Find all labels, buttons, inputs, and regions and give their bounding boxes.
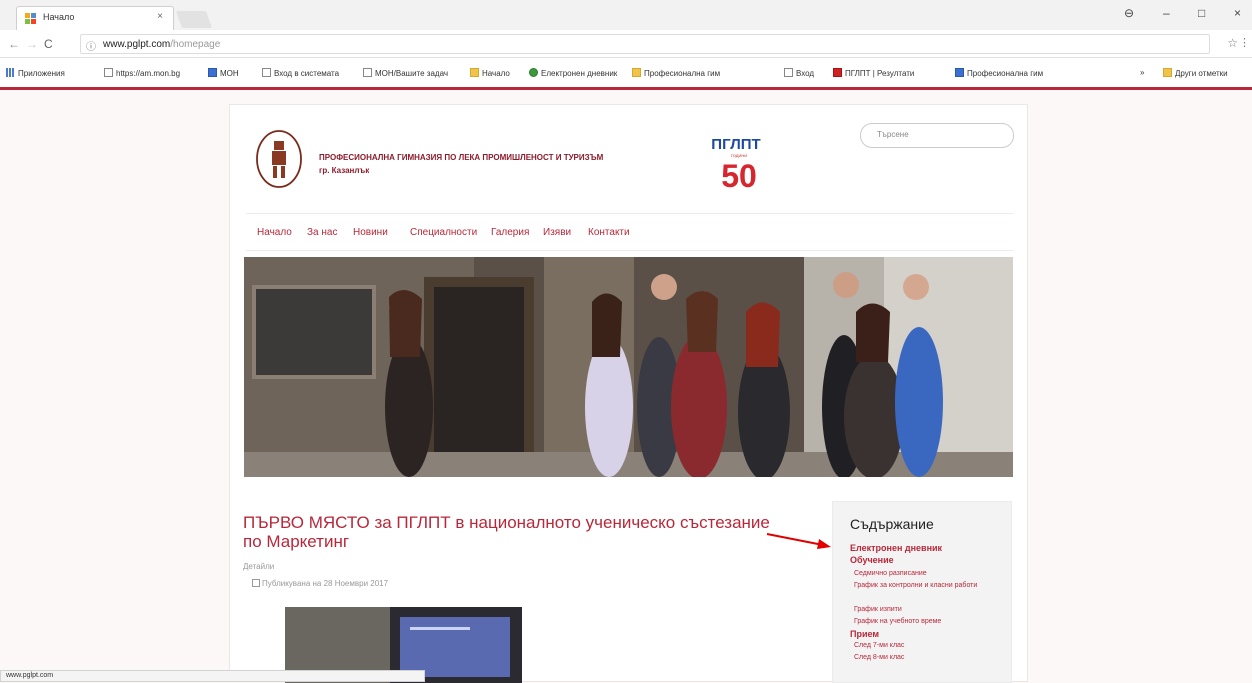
joomla-favicon-icon bbox=[25, 13, 36, 24]
sidebar-sub-item[interactable]: График изпити bbox=[854, 605, 1004, 615]
anniv-number: 50 bbox=[721, 158, 757, 189]
banner-photo bbox=[244, 257, 1013, 477]
account-icon[interactable]: ⊖ bbox=[1124, 6, 1134, 20]
url-host: www.pglpt.com bbox=[103, 39, 171, 50]
school-name: ПРОФЕСИОНАЛНА ГИМНАЗИЯ ПО ЛЕКА ПРОМИШЛЕН… bbox=[319, 153, 604, 162]
bookmark-item[interactable]: ПГЛПТ | Резултати bbox=[833, 68, 914, 78]
anniv-abbr: ПГЛПТ bbox=[711, 136, 760, 153]
school-icon bbox=[955, 68, 964, 77]
main-menu: Начало За нас Новини Специалности Галери… bbox=[246, 213, 1013, 251]
page-icon bbox=[784, 68, 793, 77]
sidebar-link-admission[interactable]: Прием bbox=[850, 629, 879, 639]
mon-icon bbox=[208, 68, 217, 77]
sidebar-heading: Съдържание bbox=[850, 516, 934, 532]
menu-item-news[interactable]: Новини bbox=[353, 227, 388, 238]
page-icon bbox=[104, 68, 113, 77]
globe-icon bbox=[529, 68, 538, 77]
article-published: Публикувана на 28 Ноември 2017 bbox=[252, 579, 388, 588]
bookmark-item[interactable]: Вход bbox=[784, 68, 814, 78]
pglpt-icon bbox=[833, 68, 842, 77]
bookmark-item[interactable]: Електронен дневник bbox=[529, 68, 617, 78]
page-container: ПРОФЕСИОНАЛНА ГИМНАЗИЯ ПО ЛЕКА ПРОМИШЛЕН… bbox=[229, 104, 1028, 683]
url-path: /homepage bbox=[170, 39, 221, 50]
joomla-icon bbox=[632, 68, 641, 77]
menu-item-about[interactable]: За нас bbox=[307, 227, 337, 238]
sidebar-link-training[interactable]: Обучение bbox=[850, 555, 894, 565]
school-city: гр. Казанлък bbox=[319, 166, 370, 175]
sidebar-sub-item[interactable]: След 7-ми клас bbox=[854, 642, 904, 649]
maximize-icon[interactable]: □ bbox=[1198, 6, 1205, 20]
sidebar-sub-item[interactable]: График за контролни и класни работи bbox=[854, 581, 1004, 591]
bookmark-item[interactable]: Вход в системата bbox=[262, 68, 339, 78]
sidebar-sub-item[interactable]: Седмично разписание bbox=[854, 569, 1004, 579]
page-icon bbox=[262, 68, 271, 77]
school-logo-icon[interactable] bbox=[255, 129, 303, 189]
reload-icon[interactable]: C bbox=[44, 37, 53, 51]
browser-tab[interactable]: Начало × bbox=[16, 6, 174, 30]
bookmark-item[interactable]: https://am.mon.bg bbox=[104, 68, 180, 78]
forward-icon[interactable]: → bbox=[26, 37, 38, 51]
menu-item-specialties[interactable]: Специалности bbox=[410, 227, 477, 238]
bookmark-item[interactable]: Професионална гим bbox=[955, 68, 1043, 78]
tab-bar: Начало × ⊖ – □ × bbox=[0, 0, 1252, 30]
address-bar: ← → C ⓘ www.pglpt.com/homepage ☆ ⋮ bbox=[0, 30, 1252, 58]
menu-item-home[interactable]: Начало bbox=[257, 227, 292, 238]
tab-close-icon[interactable]: × bbox=[157, 11, 163, 22]
close-window-icon[interactable]: × bbox=[1234, 6, 1241, 20]
sidebar-link-e-diary[interactable]: Електронен дневник bbox=[850, 543, 942, 553]
calendar-icon bbox=[252, 579, 260, 587]
page-icon bbox=[363, 68, 372, 77]
tab-title: Начало bbox=[43, 12, 75, 22]
menu-item-contacts[interactable]: Контакти bbox=[588, 227, 630, 238]
article-details-label: Детайли bbox=[243, 562, 275, 571]
bookmark-item[interactable]: Приложения bbox=[6, 68, 65, 78]
apps-grid-icon bbox=[6, 68, 15, 77]
url-input[interactable]: ⓘ www.pglpt.com/homepage bbox=[80, 34, 1210, 54]
menu-dots-icon[interactable]: ⋮ bbox=[1239, 36, 1250, 49]
bookmark-item[interactable]: Професионална гим bbox=[632, 68, 720, 78]
joomla-icon bbox=[470, 68, 479, 77]
new-tab-button[interactable] bbox=[175, 11, 213, 28]
bookmark-item[interactable]: Начало bbox=[470, 68, 510, 78]
bookmark-item[interactable]: Други отметки bbox=[1163, 68, 1228, 78]
anniversary-logo: ПГЛПТ ГОДИНИ 50 bbox=[711, 136, 760, 189]
article-title[interactable]: ПЪРВО МЯСТО за ПГЛПТ в националното учен… bbox=[243, 513, 783, 551]
info-icon[interactable]: ⓘ bbox=[86, 38, 96, 53]
menu-item-events[interactable]: Изяви bbox=[543, 227, 571, 238]
sidebar-sub-item[interactable]: След 8-ми клас bbox=[854, 654, 904, 661]
menu-item-gallery[interactable]: Галерия bbox=[491, 227, 529, 238]
bookmark-item[interactable]: МОН bbox=[208, 68, 239, 78]
sidebar: Съдържание Електронен дневник Обучение С… bbox=[832, 501, 1012, 683]
status-bar-url: www.pglpt.com bbox=[0, 670, 425, 682]
search-input[interactable]: Търсене bbox=[860, 123, 1014, 148]
bookmarks-bar: Приложения https://am.mon.bg МОН Вход в … bbox=[0, 58, 1252, 90]
bookmark-star-icon[interactable]: ☆ bbox=[1227, 36, 1238, 50]
back-icon[interactable]: ← bbox=[8, 37, 20, 51]
bookmark-overflow-button[interactable]: » bbox=[1140, 68, 1144, 77]
annotation-arrow-icon bbox=[766, 533, 831, 549]
minimize-icon[interactable]: – bbox=[1163, 6, 1170, 20]
bookmark-item[interactable]: МОН/Вашите задач bbox=[363, 68, 448, 78]
folder-icon bbox=[1163, 68, 1172, 77]
sidebar-sub-item[interactable]: График на учебното време bbox=[854, 617, 1004, 627]
